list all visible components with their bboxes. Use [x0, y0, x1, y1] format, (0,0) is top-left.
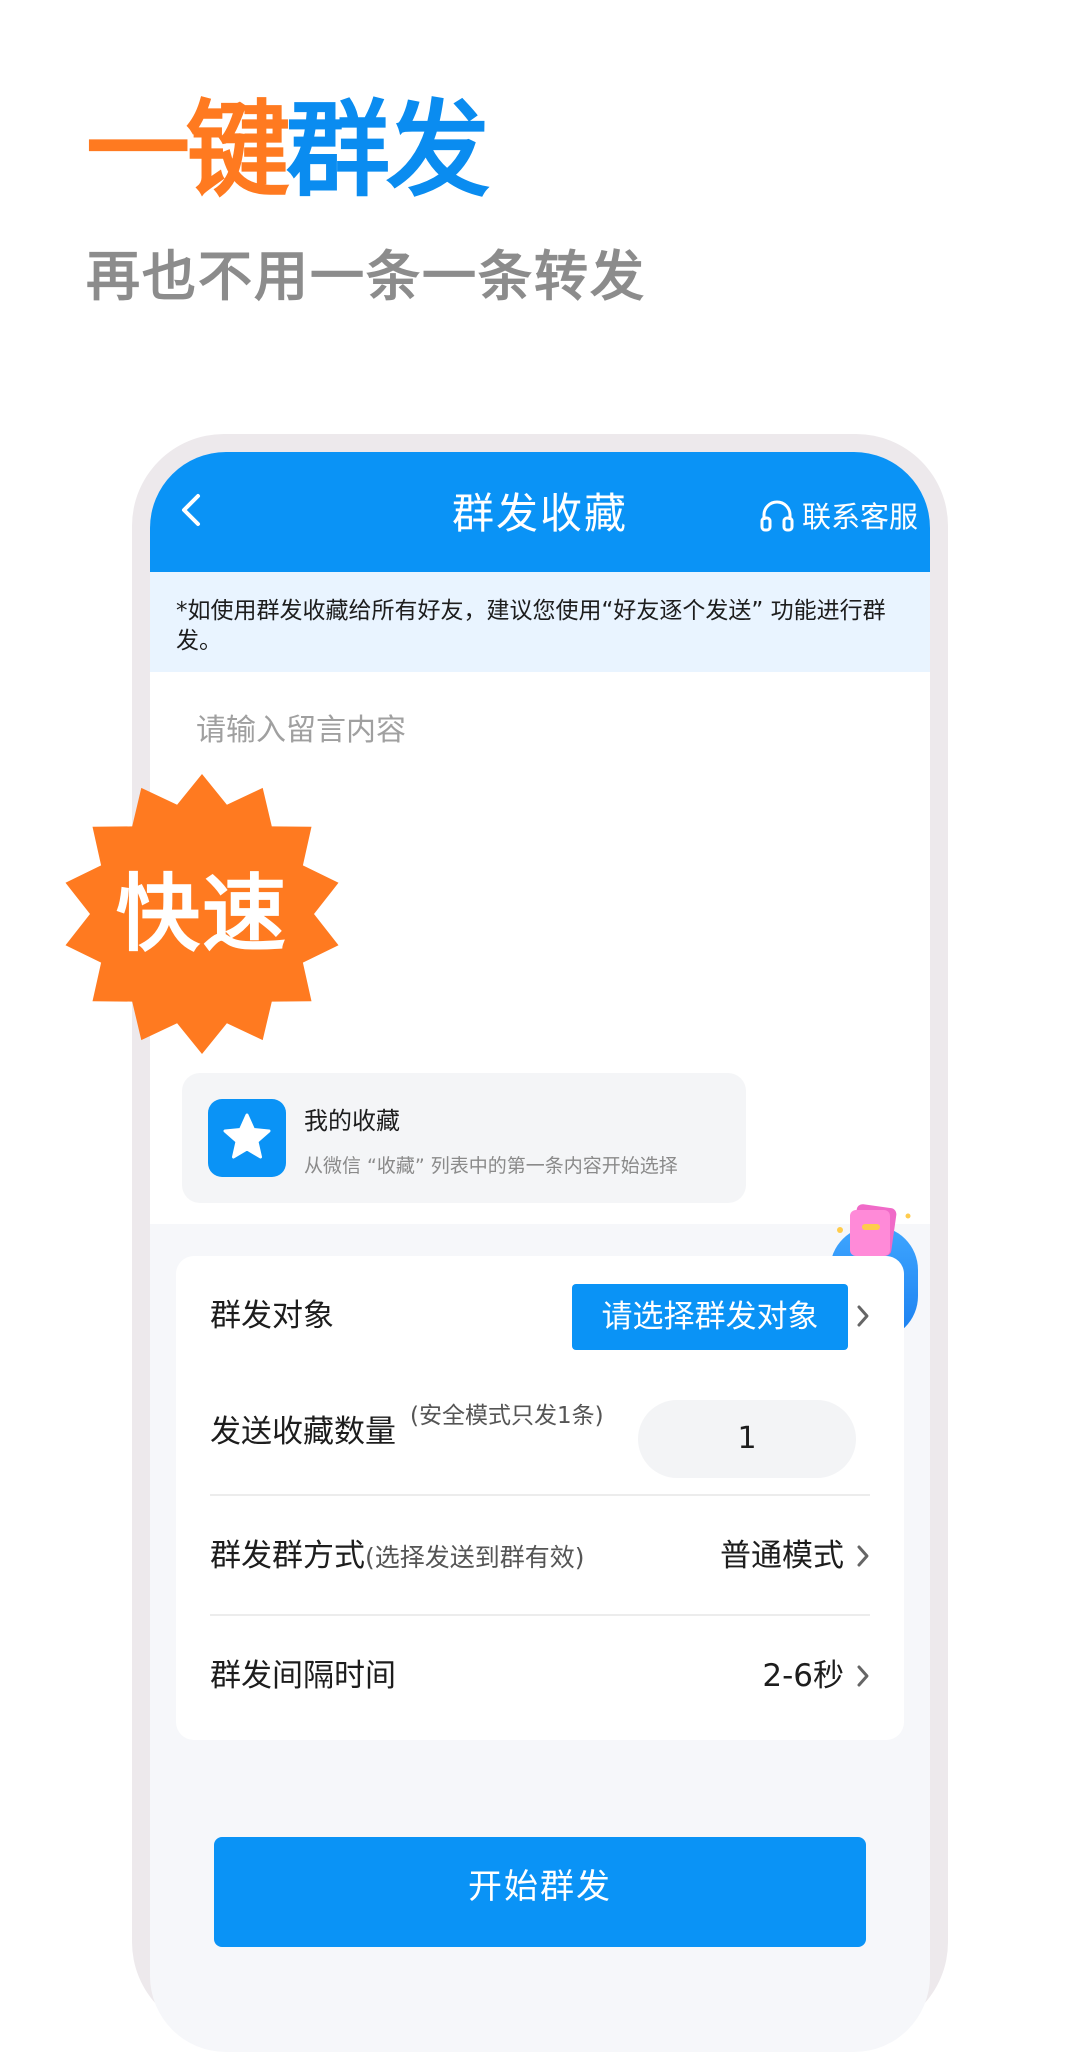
favorites-description: 从微信 “收藏” 列表中的第一条内容开始选择 [304, 1155, 678, 1177]
promo-title: 一键群发 [86, 88, 490, 213]
send-interval-value[interactable]: 2-6秒 [762, 1616, 844, 1736]
contact-support-label: 联系客服 [801, 500, 918, 534]
group-mode-label: 群发群方式 [210, 1538, 365, 1574]
quantity-input[interactable]: 1 [638, 1400, 856, 1478]
notice-bar: *如使用群发收藏给所有好友，建议您使用“好友逐个发送” 功能进行群发。 [150, 572, 930, 672]
fast-badge-label: 快速 [115, 865, 288, 963]
settings-card: 群发对象 请选择群发对象 发送收藏数量 (安全模式只发1条) 1 群发群方式(选… [176, 1256, 904, 1740]
group-mode-value[interactable]: 普通模式 [720, 1496, 844, 1616]
row-send-quantity: 发送收藏数量 (安全模式只发1条) 1 [176, 1376, 904, 1496]
message-input[interactable] [194, 712, 758, 749]
favorites-tile [208, 1099, 286, 1177]
row-group-mode[interactable]: 群发群方式(选择发送到群有效) 普通模式 [176, 1496, 904, 1616]
promo-title-part1: 一键 [86, 88, 290, 211]
group-mode-note: (选择发送到群有效) [365, 1543, 585, 1572]
contact-support-button[interactable]: 联系客服 [758, 494, 918, 536]
send-quantity-label: 发送收藏数量 [210, 1414, 396, 1450]
promo-subtitle: 再也不用一条一条转发 [86, 245, 646, 308]
select-target-button[interactable]: 请选择群发对象 [572, 1284, 848, 1350]
app-bar: 群发收藏 联系客服 [150, 452, 930, 572]
star-icon [223, 1113, 271, 1159]
start-broadcast-button[interactable]: 开始群发 [214, 1837, 866, 1947]
row-send-interval[interactable]: 群发间隔时间 2-6秒 [176, 1616, 904, 1736]
group-mode-label-wrap: 群发群方式(选择发送到群有效) [210, 1496, 585, 1618]
my-favorites-card[interactable]: 我的收藏 从微信 “收藏” 列表中的第一条内容开始选择 [182, 1073, 746, 1203]
chevron-right-icon[interactable] [856, 1664, 870, 1688]
phone-screen: 群发收藏 联系客服 *如使用群发收藏给所有好友，建议您使用“好友逐个发送” 功能… [150, 452, 930, 2052]
chevron-right-icon[interactable] [856, 1544, 870, 1568]
row-send-target: 群发对象 请选择群发对象 [176, 1256, 904, 1376]
send-interval-label: 群发间隔时间 [210, 1658, 396, 1694]
chevron-right-icon[interactable] [856, 1304, 870, 1328]
send-target-label: 群发对象 [210, 1298, 334, 1334]
fast-badge: 快速 [58, 770, 346, 1058]
send-quantity-note: (安全模式只发1条) [410, 1403, 604, 1429]
promo-title-part2: 群发 [286, 88, 490, 211]
headset-icon [760, 500, 794, 532]
favorites-title: 我的收藏 [304, 1107, 400, 1135]
